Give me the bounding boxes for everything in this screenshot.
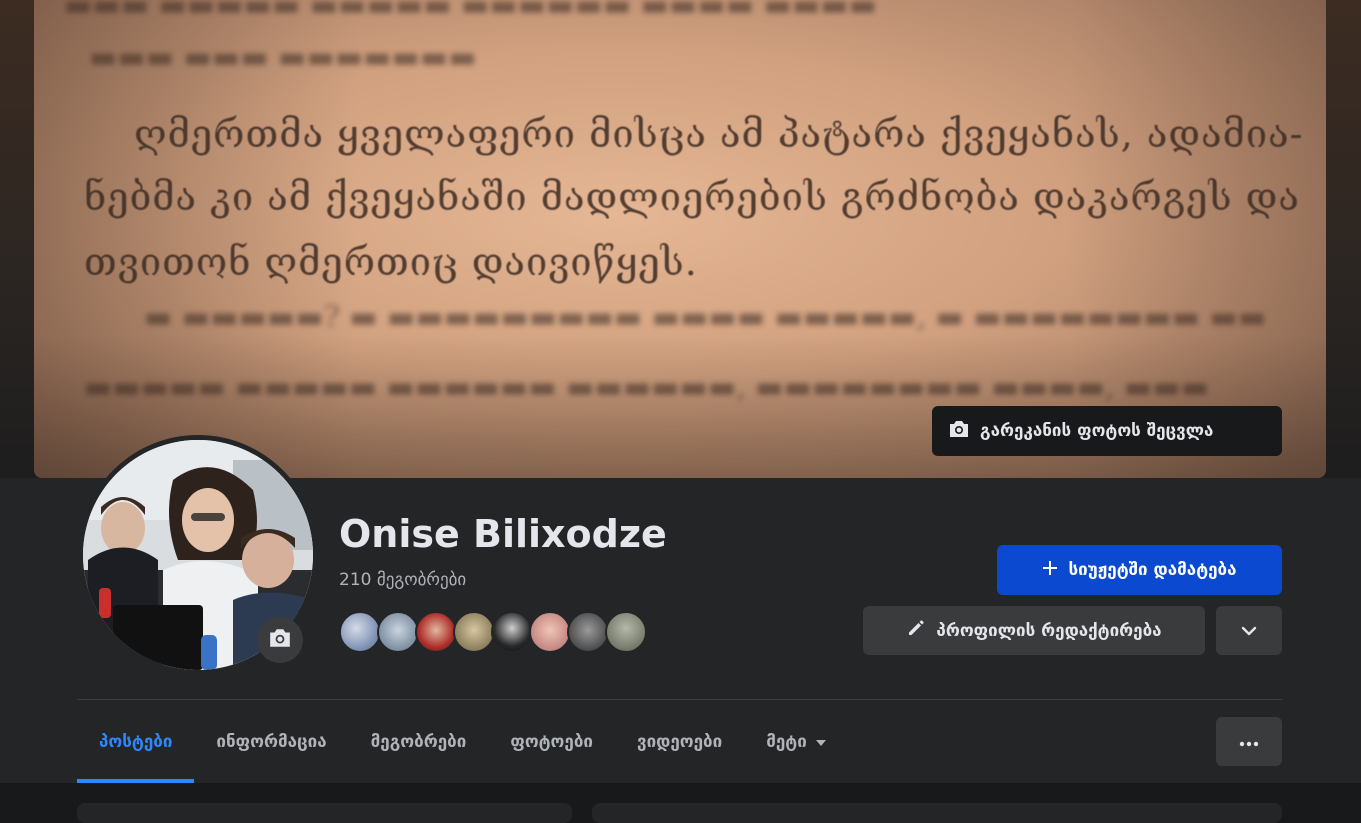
- change-cover-photo-label: გარეკანის ფოტოს შეცვლა: [980, 421, 1214, 441]
- cover-text-line-2: ნებმა კი ამ ქვეყანაში მადლიერების გრძნობ…: [84, 175, 1300, 219]
- tab-more[interactable]: მეტი: [744, 705, 849, 779]
- profile-name: Onise Bilixodze: [339, 512, 667, 556]
- profile-options-dropdown-button[interactable]: [1216, 606, 1282, 655]
- friend-avatar[interactable]: [567, 611, 609, 653]
- change-cover-photo-button[interactable]: გარეკანის ფოტოს შეცვლა: [932, 406, 1282, 456]
- friend-avatar[interactable]: [491, 611, 533, 653]
- edit-profile-button[interactable]: პროფილის რედაქტირება: [863, 606, 1205, 655]
- caret-down-icon: [815, 732, 827, 752]
- profile-tabs: პოსტები ინფორმაცია მეგობრები ფოტოები ვიდ…: [77, 705, 849, 783]
- friend-avatar[interactable]: [453, 611, 495, 653]
- tab-label: ინფორმაცია: [216, 732, 327, 752]
- camera-icon: [948, 419, 970, 444]
- cover-text-line-1: ღმერთმა ყველაფერი მისცა ამ პატარა ქვეყან…: [134, 112, 1304, 156]
- edit-profile-label: პროფილის რედაქტირება: [936, 620, 1162, 641]
- camera-icon: [268, 627, 292, 653]
- add-to-story-label: სიუჟეტში დამატება: [1068, 560, 1237, 580]
- tab-label: მეტი: [766, 732, 807, 752]
- tab-label: მეგობრები: [370, 732, 467, 752]
- tab-label: ფოტოები: [510, 732, 593, 752]
- update-profile-picture-button[interactable]: [257, 617, 303, 663]
- tab-posts[interactable]: პოსტები: [77, 705, 195, 783]
- pencil-icon: [906, 618, 926, 643]
- tab-videos[interactable]: ვიდეოები: [615, 705, 744, 779]
- tab-photos[interactable]: ფოტოები: [488, 705, 615, 779]
- friend-avatar[interactable]: [415, 611, 457, 653]
- friend-avatar[interactable]: [377, 611, 419, 653]
- plus-icon: [1042, 560, 1058, 581]
- tab-label: პოსტები: [99, 732, 173, 752]
- posts-card: [592, 803, 1282, 823]
- tab-friends[interactable]: მეგობრები: [349, 705, 489, 779]
- friend-avatar[interactable]: [529, 611, 571, 653]
- header-divider: [77, 699, 1282, 700]
- tab-label: ვიდეოები: [637, 732, 723, 752]
- tab-about[interactable]: ინფორმაცია: [194, 705, 348, 779]
- more-options-button[interactable]: [1216, 717, 1282, 766]
- friend-avatar[interactable]: [605, 611, 647, 653]
- friend-avatar[interactable]: [339, 611, 381, 653]
- intro-card: [77, 803, 572, 823]
- add-to-story-button[interactable]: სიუჟეტში დამატება: [997, 545, 1282, 595]
- chevron-down-icon: [1241, 621, 1257, 640]
- ellipsis-icon: [1239, 732, 1259, 751]
- cover-text-line-3: თვითონ ღმერთიც დაივიწყეს.: [84, 240, 698, 284]
- friends-count[interactable]: 210 მეგობრები: [339, 570, 466, 590]
